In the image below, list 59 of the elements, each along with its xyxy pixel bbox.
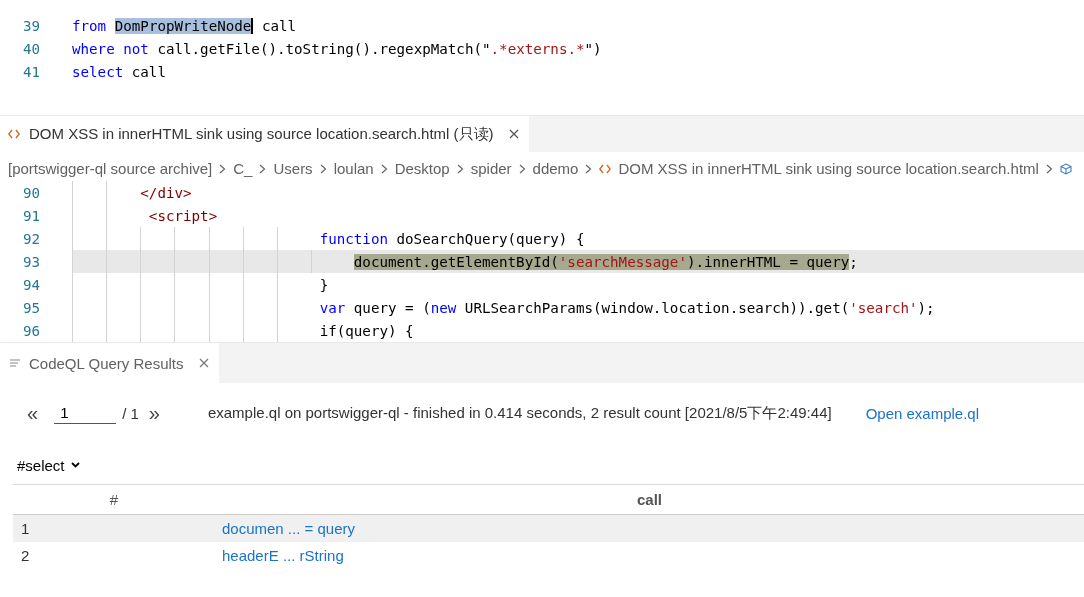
column-header: # xyxy=(109,491,119,508)
row-index: 1 xyxy=(21,520,30,537)
row-index: 2 xyxy=(21,547,30,564)
query-summary: example.ql on portswigger-ql - finished in 0.414 seconds, 2 result count [2021/8/5下午2:49:44] xyxy=(207,403,832,423)
chevron-icon xyxy=(319,163,327,174)
line-number: 96 xyxy=(21,322,40,339)
code-line: select call xyxy=(72,63,166,80)
code-icon xyxy=(8,129,20,139)
line-number: 94 xyxy=(21,276,40,293)
line-number: 40 xyxy=(21,40,40,57)
breadcrumb-item[interactable]: C_ xyxy=(233,160,253,177)
breadcrumb-item[interactable]: loulan xyxy=(333,160,374,177)
code-line: function doSearchQuery(query) { xyxy=(319,230,585,247)
chevron-down-icon xyxy=(70,462,80,468)
breadcrumb-item[interactable]: spider xyxy=(470,160,512,177)
tab-title: CodeQL Query Results xyxy=(29,354,184,372)
panel-tab[interactable]: CodeQL Query Results xyxy=(0,343,219,383)
result-set-dropdown[interactable]: #select xyxy=(13,453,83,477)
line-number: 95 xyxy=(21,299,40,316)
close-icon[interactable] xyxy=(508,129,519,139)
first-page-button[interactable]: « xyxy=(23,401,43,425)
code-line: if(query) { xyxy=(319,322,414,339)
code-line: <script> xyxy=(148,207,218,224)
chevron-icon xyxy=(1045,163,1053,174)
cube-icon xyxy=(1059,162,1072,175)
line-number: 39 xyxy=(21,17,40,34)
page-total: / 1 xyxy=(122,404,139,422)
line-number: 93 xyxy=(21,253,40,270)
open-query-link[interactable]: Open example.ql xyxy=(865,404,980,422)
editor-tab[interactable]: DOM XSS in innerHTML sink using source location.search.html (只读) xyxy=(0,116,529,152)
chevron-icon xyxy=(518,163,526,174)
chevron-icon xyxy=(259,163,267,174)
code-line: </div> xyxy=(140,184,192,201)
code-line: where not call.getFile().toString().regexpMatch(".*externs.*") xyxy=(72,40,602,57)
result-link[interactable]: headerE ... rString xyxy=(222,547,344,564)
code-icon xyxy=(599,163,612,174)
chevron-icon xyxy=(219,163,227,174)
code-line: document.getElementById('searchMessage').innerHTML = query; xyxy=(353,253,858,270)
breadcrumb-item[interactable]: ddemo xyxy=(532,160,579,177)
breadcrumb-item[interactable]: [portswigger-ql source archive] xyxy=(8,160,213,177)
line-number: 41 xyxy=(21,63,40,80)
code-line: from DomPropWriteNode call xyxy=(72,17,297,34)
result-link[interactable]: documen ... = query xyxy=(222,520,355,537)
breadcrumb-item[interactable]: Desktop xyxy=(394,160,450,177)
breadcrumb-item[interactable]: DOM XSS in innerHTML sink using source location.search.html xyxy=(618,160,1039,177)
line-number: 92 xyxy=(21,230,40,247)
last-page-button[interactable]: » xyxy=(144,401,164,425)
breadcrumb-item[interactable]: Users xyxy=(273,160,313,177)
chevron-icon xyxy=(456,163,464,174)
tab-title: DOM XSS in innerHTML sink using source location.search.html (只读) xyxy=(29,124,494,144)
code-line: } xyxy=(319,276,329,293)
chevron-icon xyxy=(585,163,593,174)
list-icon xyxy=(10,358,20,368)
column-header: call xyxy=(637,491,662,508)
chevron-icon xyxy=(380,163,388,174)
line-number: 91 xyxy=(21,207,40,224)
close-icon[interactable] xyxy=(198,358,209,368)
line-number: 90 xyxy=(21,184,40,201)
code-line: var query = (new URLSearchParams(window.location.search)).get('search'); xyxy=(319,299,935,316)
